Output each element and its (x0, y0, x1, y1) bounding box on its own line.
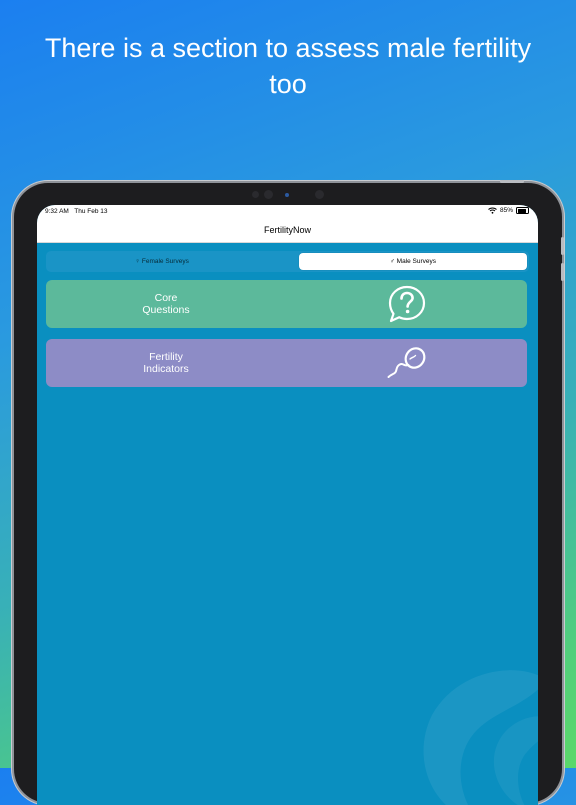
sensor-right-icon (315, 190, 324, 199)
tab-male-label: Male Surveys (396, 258, 437, 265)
device-volume-up-button (561, 237, 564, 255)
tab-female-surveys[interactable]: ♀ Female Surveys (48, 253, 276, 270)
tab-male-surveys[interactable]: ♂ Male Surveys (299, 253, 527, 270)
navigation-bar: FertilityNow (37, 219, 538, 243)
male-symbol-icon: ♂ (389, 258, 395, 265)
core-questions-label: Core Questions (46, 280, 286, 328)
fertility-indicators-card[interactable]: Fertility Indicators (46, 339, 527, 387)
card-label-line1: Fertility (149, 351, 183, 363)
status-time-date: 9:32 AM Thu Feb 13 (45, 208, 108, 215)
female-symbol-icon: ♀ (135, 258, 141, 265)
device-volume-down-button (561, 263, 564, 281)
status-date: Thu Feb 13 (74, 208, 108, 215)
background-swirl-decoration (423, 670, 538, 805)
battery-icon (516, 207, 529, 214)
promo-headline: There is a section to assess male fertil… (20, 30, 556, 102)
app-screen: 9:32 AM Thu Feb 13 85% FertilityNow ♀ Fe… (37, 205, 538, 805)
fertility-indicators-label: Fertility Indicators (46, 339, 286, 387)
promo-headline-line2: too (269, 69, 307, 99)
battery-fill (517, 208, 526, 213)
status-time: 9:32 AM (45, 208, 69, 215)
device-top-button (500, 180, 524, 183)
front-camera-icon (252, 191, 259, 198)
card-label-line2: Questions (142, 304, 190, 316)
promo-headline-line1: There is a section to assess male fertil… (44, 33, 532, 63)
question-speech-bubble-icon (388, 285, 426, 323)
sperm-icon (387, 347, 426, 378)
battery-percent: 85% (499, 207, 513, 214)
wifi-icon (488, 207, 497, 214)
card-label-line1: Core (154, 292, 178, 304)
tablet-device-frame: 9:32 AM Thu Feb 13 85% FertilityNow ♀ Fe… (14, 180, 564, 805)
nav-title: FertilityNow (263, 225, 311, 235)
card-label-line2: Indicators (143, 363, 189, 375)
core-questions-card[interactable]: Core Questions (46, 280, 527, 328)
tab-female-label: Female Surveys (141, 258, 189, 265)
indicator-dot-icon (285, 193, 289, 197)
sensor-icon (264, 190, 273, 199)
status-right: 85% (488, 207, 529, 214)
survey-segmented-control: ♀ Female Surveys ♂ Male Surveys (46, 251, 529, 272)
status-bar: 9:32 AM Thu Feb 13 85% (37, 205, 538, 219)
